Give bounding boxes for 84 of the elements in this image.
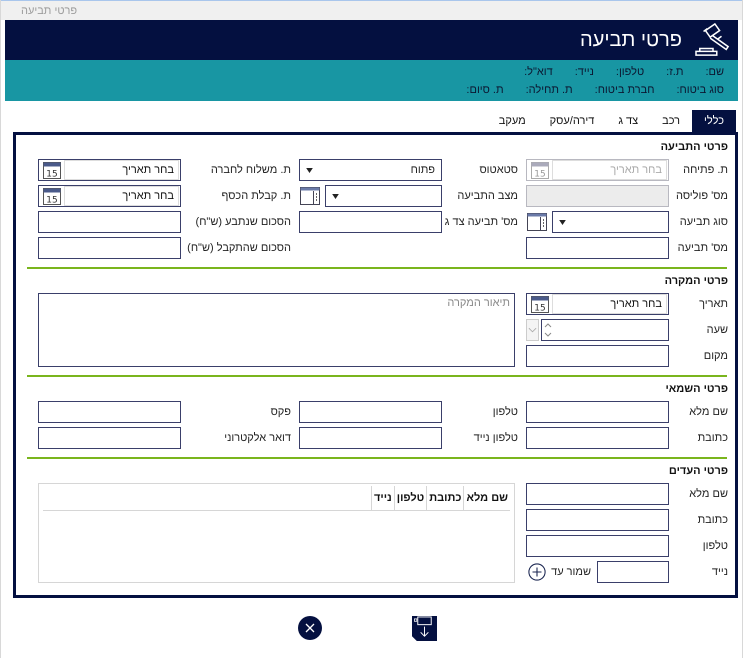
page-title: פרטי תביעה bbox=[580, 28, 682, 52]
field-label: כתובת bbox=[696, 432, 729, 444]
column-header: נייד bbox=[370, 486, 394, 510]
tab[interactable]: צד ג bbox=[606, 110, 650, 132]
input-field[interactable] bbox=[526, 237, 669, 259]
tab[interactable]: רכב bbox=[650, 110, 692, 132]
input-field[interactable] bbox=[526, 401, 669, 423]
dropdown[interactable]: פתוח bbox=[299, 159, 442, 181]
list-window-icon[interactable] bbox=[299, 186, 321, 206]
calendar-icon[interactable]: 15 bbox=[530, 294, 550, 314]
save-button[interactable] bbox=[412, 616, 437, 641]
caret-icon bbox=[306, 168, 313, 172]
column-header: כתובת bbox=[426, 486, 464, 510]
close-icon bbox=[298, 616, 322, 640]
field-label: טלפון bbox=[702, 540, 729, 552]
input-field[interactable] bbox=[38, 427, 181, 449]
field-label: מס' תביעה bbox=[676, 242, 729, 254]
input-field[interactable] bbox=[526, 427, 669, 449]
field-label: הסכום שנתבע (ש"ח) bbox=[194, 216, 292, 228]
input-field[interactable] bbox=[526, 509, 669, 531]
info-label: חברת ביטוח: bbox=[594, 84, 654, 96]
input-field[interactable] bbox=[299, 427, 442, 449]
info-label: שם: bbox=[705, 66, 724, 78]
caret-icon bbox=[332, 194, 339, 198]
input-field[interactable] bbox=[526, 535, 669, 557]
field-label: טלפון bbox=[492, 406, 519, 418]
input-field[interactable] bbox=[38, 211, 181, 233]
info-label: ת.ז: bbox=[666, 66, 684, 78]
field-label: מס' פוליסה bbox=[674, 190, 729, 202]
caret-icon bbox=[559, 220, 566, 224]
tab[interactable]: כללי bbox=[692, 110, 736, 132]
input-field[interactable] bbox=[526, 483, 669, 505]
field-label: ת. פתיחה bbox=[682, 164, 729, 176]
info-label: ת. סיום: bbox=[466, 84, 504, 96]
input-field[interactable] bbox=[526, 345, 669, 367]
field-label: תאריך bbox=[698, 298, 729, 310]
gavel-icon bbox=[694, 23, 732, 57]
info-label: ת. תחילה: bbox=[526, 84, 573, 96]
tab[interactable]: מעקב bbox=[486, 110, 538, 132]
save-witness-button[interactable]: שמור עד bbox=[528, 563, 591, 581]
field-label: הסכום שהתקבל (ש"ח) bbox=[186, 242, 292, 254]
plus-icon bbox=[528, 563, 546, 581]
input-field[interactable] bbox=[597, 561, 669, 583]
chevron-icon bbox=[528, 327, 537, 333]
field-label: טלפון נייד bbox=[472, 432, 519, 444]
info-label: נייד: bbox=[574, 66, 594, 78]
field-label: נייד bbox=[710, 566, 729, 578]
field-label: שם מלא bbox=[688, 406, 729, 418]
input-field[interactable] bbox=[299, 211, 442, 233]
cancel-button[interactable] bbox=[298, 616, 322, 641]
time-field[interactable] bbox=[541, 319, 669, 341]
field-label: מס' תביעה צד ג bbox=[444, 216, 519, 228]
input-field[interactable] bbox=[38, 237, 181, 259]
info-label: סוג ביטוח: bbox=[676, 84, 724, 96]
section-title: פרטי העדים bbox=[668, 465, 729, 479]
field-label: דואר אלקטרוני bbox=[223, 432, 292, 444]
calendar-icon[interactable]: 15 bbox=[42, 160, 62, 180]
column-header: שם מלא bbox=[463, 486, 510, 510]
section-title: פרטי השמאי bbox=[664, 383, 729, 397]
section-title: פרטי התביעה bbox=[660, 141, 729, 155]
field-label: פקס bbox=[270, 406, 292, 418]
field-label: סטאטוס bbox=[478, 164, 519, 176]
column-header: טלפון bbox=[394, 486, 426, 510]
info-label: דוא"ל: bbox=[524, 66, 553, 78]
dropdown[interactable] bbox=[325, 185, 442, 207]
field-label: שעה bbox=[706, 324, 729, 336]
field-label: כתובת bbox=[696, 514, 729, 526]
calendar-icon[interactable]: 15 bbox=[42, 186, 62, 206]
list-window-icon[interactable] bbox=[526, 212, 548, 232]
field-label: מקום bbox=[702, 350, 729, 362]
save-icon bbox=[412, 616, 437, 641]
window-title: פרטי תביעה bbox=[21, 4, 78, 16]
field-label: מצב התביעה bbox=[456, 190, 519, 202]
tab[interactable]: דירה/עסק bbox=[538, 110, 606, 132]
input-field[interactable] bbox=[299, 401, 442, 423]
description-field[interactable]: תיאור המקרה bbox=[38, 293, 515, 367]
field-label: ת. משלוח לחברה bbox=[210, 164, 292, 176]
section-title: פרטי המקרה bbox=[664, 275, 729, 289]
field-label: שם מלא bbox=[688, 488, 729, 500]
dropdown[interactable] bbox=[552, 211, 669, 233]
field-label: סוג תביעה bbox=[678, 216, 729, 228]
info-label: טלפון: bbox=[616, 66, 644, 78]
field-label: ת. קבלת הכסף bbox=[220, 190, 292, 202]
input-field[interactable] bbox=[38, 401, 181, 423]
